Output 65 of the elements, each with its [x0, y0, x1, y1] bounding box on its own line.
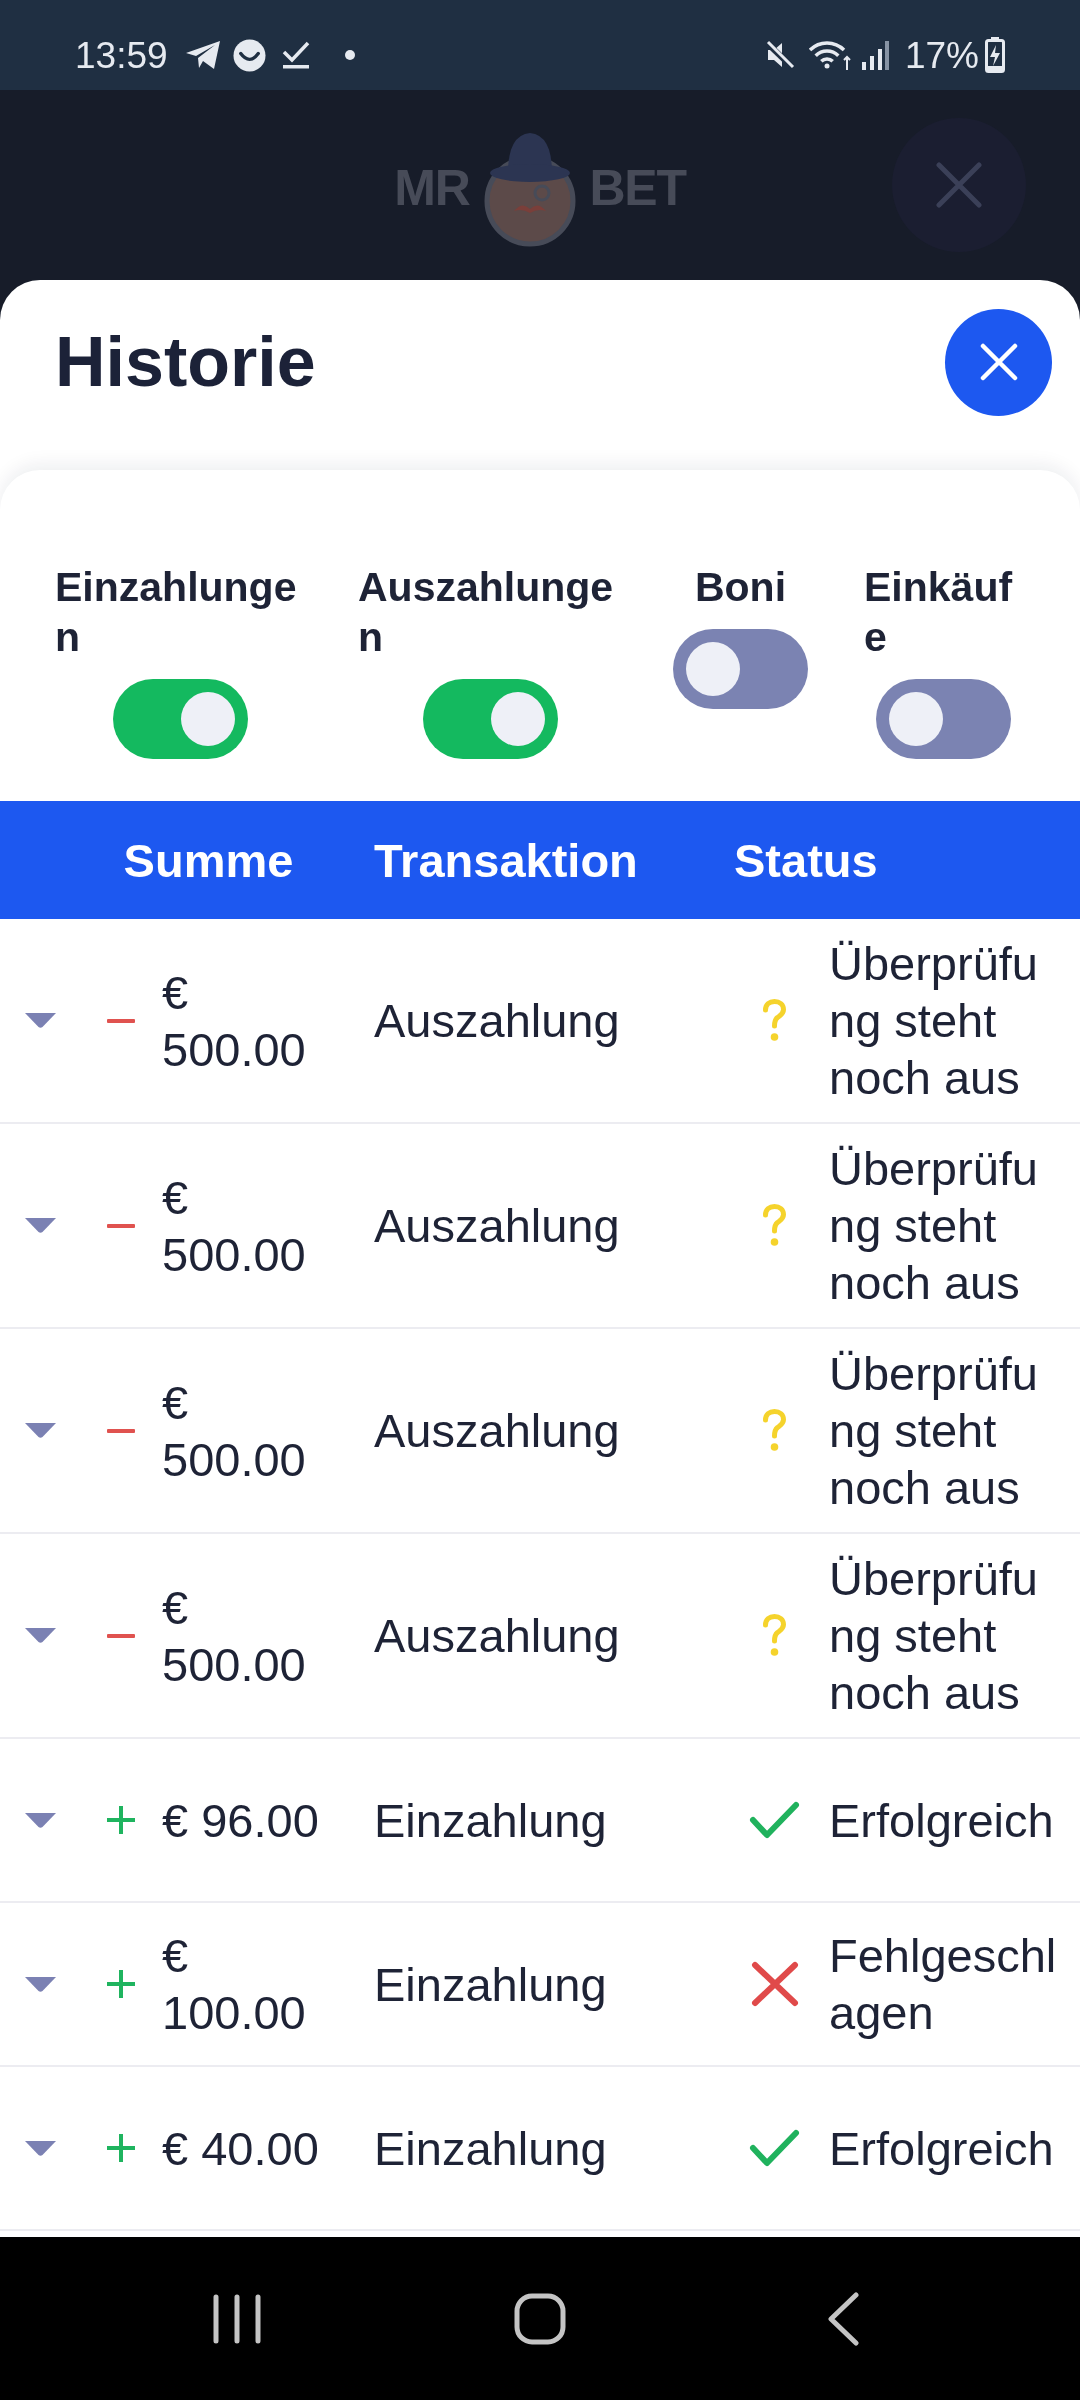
- question-mark-icon: [762, 1409, 787, 1452]
- column-header: Transaktion: [374, 836, 638, 884]
- filter-label: Einkäufe: [864, 563, 1014, 662]
- mute-icon: [764, 40, 795, 70]
- status-text: Überprüfung steht noch aus: [829, 1346, 1039, 1516]
- caret-icon[interactable]: [25, 1976, 56, 1992]
- status-text: Überprüfung steht noch aus: [829, 1141, 1039, 1311]
- check-icon: [749, 1801, 800, 1839]
- minus-icon: [107, 1428, 135, 1433]
- recent-apps-icon[interactable]: [213, 2293, 261, 2344]
- plus-icon: [107, 1970, 135, 1998]
- transaction-type: Auszahlung: [374, 1403, 620, 1459]
- amount-text: € 100.00: [162, 1928, 307, 2041]
- minus-icon: [107, 1018, 135, 1023]
- close-icon: [936, 162, 982, 208]
- back-icon[interactable]: [827, 2291, 859, 2346]
- wifi-icon: [808, 39, 851, 71]
- caret-icon[interactable]: [25, 1423, 56, 1438]
- plus-icon: [107, 2134, 135, 2162]
- question-mark-icon: [762, 999, 787, 1042]
- smiley-icon: [232, 38, 266, 72]
- check-icon: [749, 2129, 800, 2167]
- column-header: Summe: [123, 836, 294, 884]
- transaction-type: Auszahlung: [374, 1608, 620, 1664]
- question-mark-icon: [762, 1204, 787, 1247]
- amount-text: € 96.00: [162, 1792, 319, 1849]
- amount-text: € 500.00: [162, 1579, 307, 1693]
- caret-icon[interactable]: [25, 1218, 56, 1233]
- amount-text: € 40.00: [162, 2120, 319, 2177]
- filter-label: Auszahlungen: [358, 563, 615, 662]
- status-text: Erfolgreich: [829, 2120, 1054, 2177]
- caret-icon[interactable]: [25, 1812, 56, 1828]
- paper-plane-icon: [184, 40, 221, 70]
- status-text: Überprüfung steht noch aus: [829, 1551, 1039, 1721]
- dot-icon: [344, 50, 355, 60]
- caret-icon[interactable]: [25, 1013, 56, 1028]
- minus-icon: [107, 1633, 135, 1638]
- amount-text: € 500.00: [162, 1169, 307, 1283]
- amount-text: € 500.00: [162, 1374, 307, 1488]
- plus-icon: [107, 1806, 135, 1834]
- minus-icon: [107, 1223, 135, 1228]
- home-icon[interactable]: [514, 2292, 566, 2345]
- status-text: Erfolgreich: [829, 1792, 1054, 1849]
- close-icon: [979, 343, 1018, 381]
- status-text: Fehlgeschlagen: [829, 1928, 1058, 2041]
- signal-icon: [860, 40, 889, 70]
- caret-icon[interactable]: [25, 2140, 56, 2156]
- column-header: Status: [734, 836, 878, 884]
- filter-label: Einzahlungen: [55, 563, 298, 662]
- transaction-type: Einzahlung: [374, 1956, 607, 2013]
- transaction-type: Einzahlung: [374, 1792, 607, 1849]
- filter-label: Boni: [694, 563, 787, 612]
- transaction-type: Einzahlung: [374, 2120, 607, 2177]
- transaction-type: Auszahlung: [374, 1198, 620, 1254]
- caret-icon[interactable]: [25, 1628, 56, 1643]
- sheet-title: Historie: [55, 327, 316, 397]
- question-mark-icon: [762, 1614, 787, 1657]
- amount-text: € 500.00: [162, 964, 307, 1078]
- cross-icon: [750, 1961, 799, 2007]
- status-text: Überprüfung steht noch aus: [829, 936, 1039, 1106]
- check-underline-icon: [281, 40, 310, 70]
- status-time: 13:59: [75, 36, 168, 74]
- battery-icon: [985, 37, 1005, 73]
- transaction-type: Auszahlung: [374, 993, 620, 1049]
- battery-percent: 17%: [904, 36, 979, 74]
